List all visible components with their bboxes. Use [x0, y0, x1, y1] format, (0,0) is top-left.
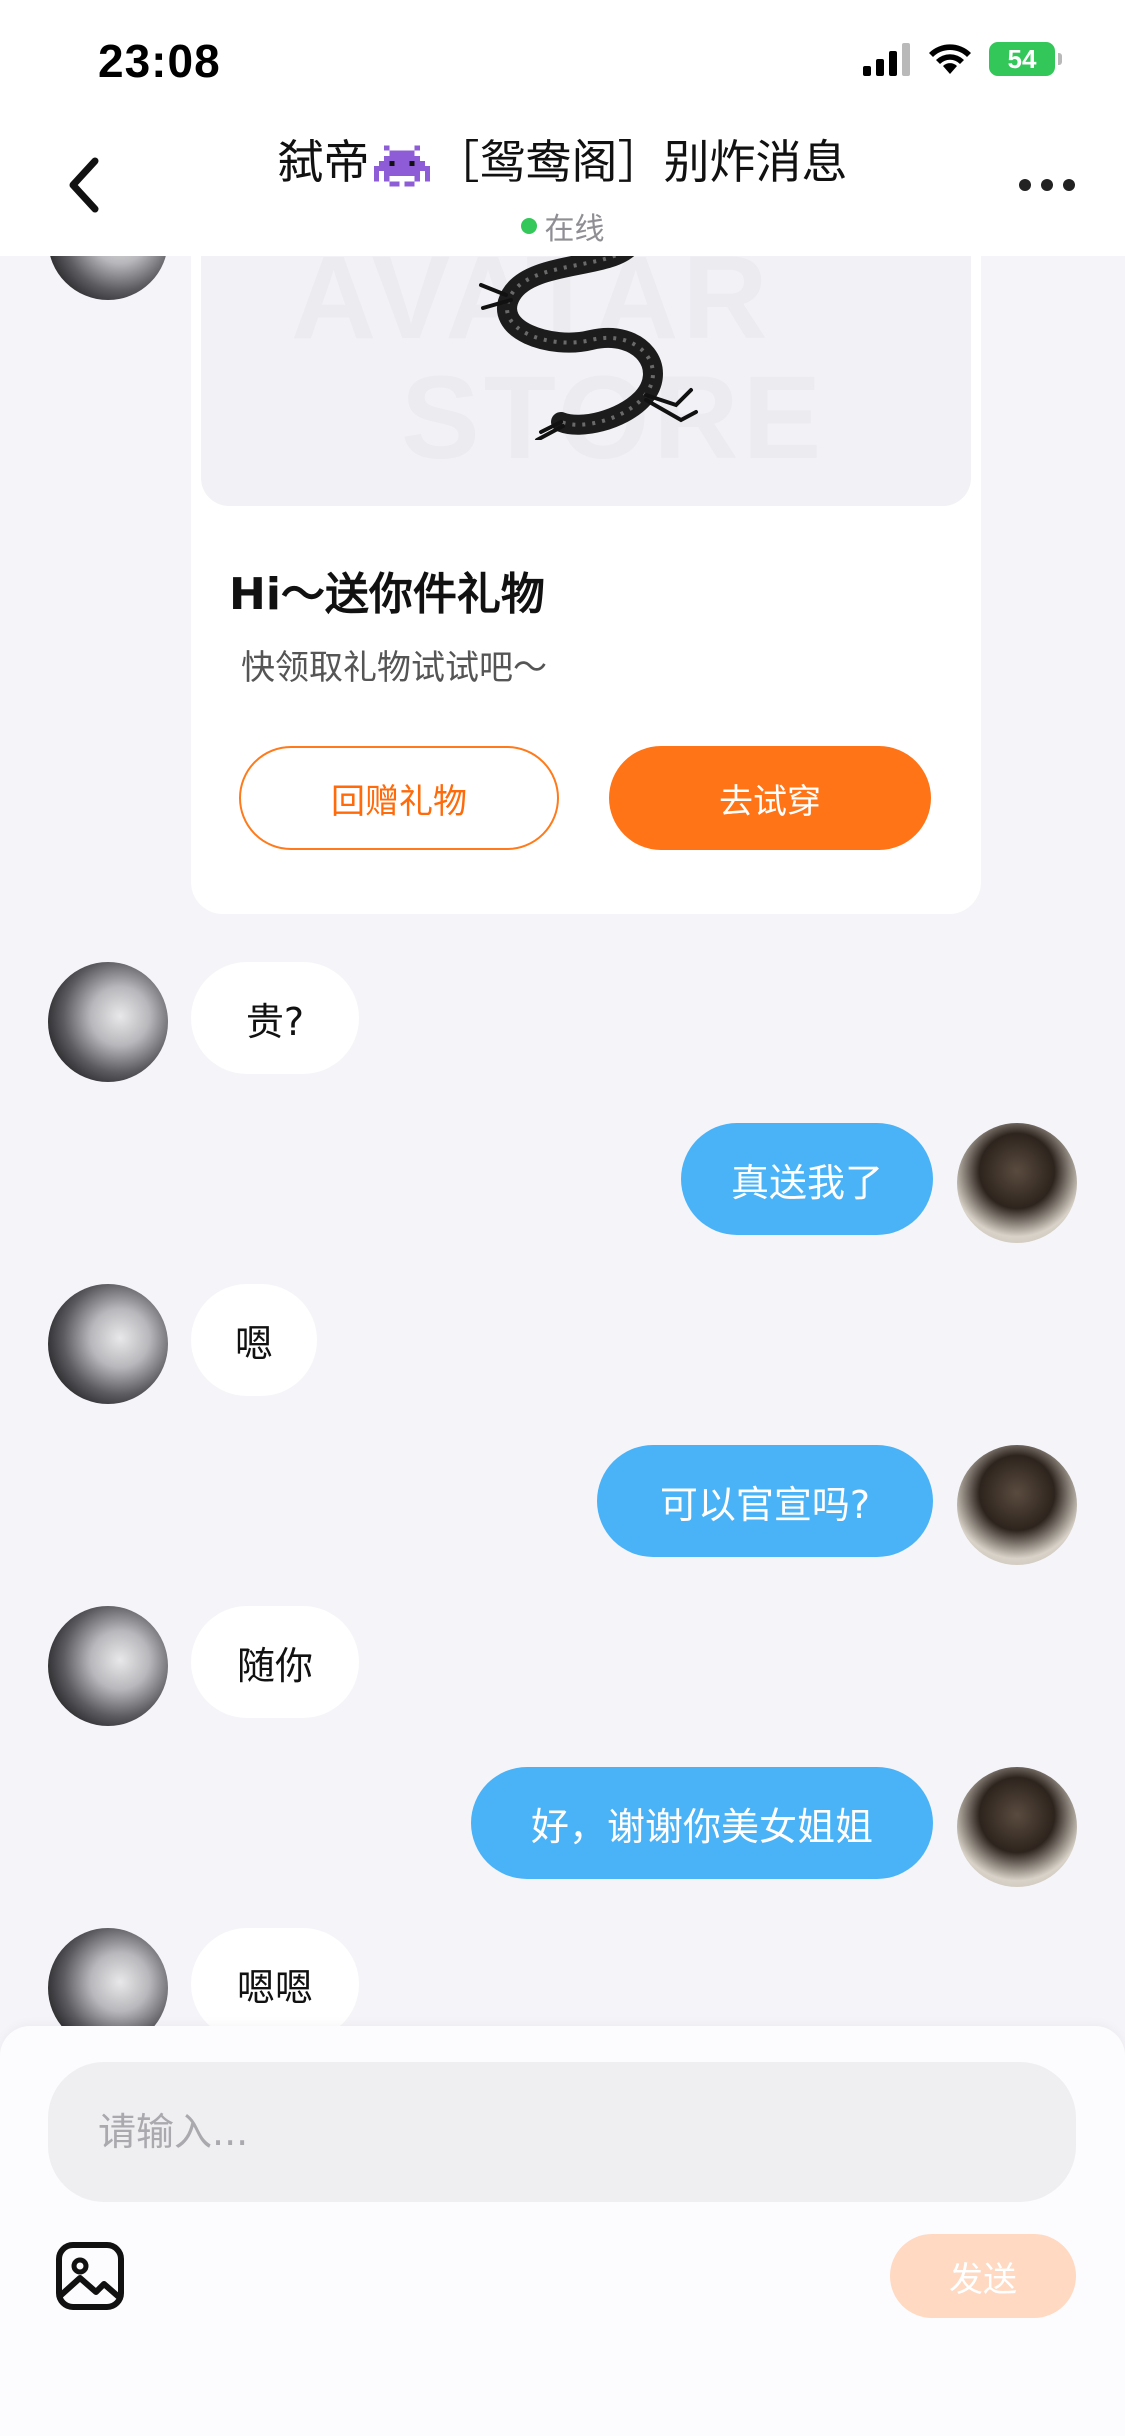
- wifi-icon: [929, 44, 971, 74]
- image-icon: [56, 2242, 124, 2310]
- chat-title-group: ［鸳鸯阁］别炸消息: [433, 135, 848, 189]
- battery-icon: 54: [989, 42, 1062, 76]
- avatar-self[interactable]: [957, 1767, 1077, 1887]
- avatar-self[interactable]: [957, 1123, 1077, 1243]
- status-icons: 54: [861, 42, 1062, 76]
- gift-subtitle: 快领取礼物试试吧～: [241, 648, 547, 688]
- gift-card[interactable]: AVATAR STORE Hi～送你件礼物 快领取礼物试试吧～ 回赠礼物 去试穿: [191, 200, 981, 914]
- battery-level: 54: [1007, 43, 1037, 74]
- more-options-button[interactable]: [1007, 160, 1087, 210]
- message-outgoing[interactable]: 好，谢谢你美女姐姐: [471, 1767, 933, 1879]
- chat-title: 弑帝 ［鸳鸯阁］别炸消息: [0, 126, 1125, 192]
- avatar-self[interactable]: [957, 1445, 1077, 1565]
- online-status: 在线: [0, 204, 1125, 248]
- avatar-other[interactable]: [48, 1606, 168, 1726]
- avatar-other[interactable]: [48, 962, 168, 1082]
- message-composer: 发送: [0, 2026, 1125, 2436]
- online-dot: [520, 218, 537, 234]
- return-gift-button[interactable]: 回赠礼物: [239, 746, 559, 850]
- chat-title-name: 弑帝: [277, 135, 370, 189]
- alien-monster-emoji: [373, 145, 430, 186]
- status-time: 23:08: [98, 35, 221, 87]
- signal-icon: [863, 43, 910, 76]
- more-dots-icon: [1041, 179, 1053, 191]
- status-bar: 23:08 54: [0, 0, 1125, 120]
- try-on-button[interactable]: 去试穿: [609, 746, 931, 850]
- message-incoming[interactable]: 嗯嗯: [191, 1928, 359, 2040]
- more-dots-icon: [1019, 179, 1031, 191]
- message-incoming[interactable]: 随你: [191, 1606, 359, 1718]
- image-picker-button[interactable]: [54, 2240, 126, 2312]
- gift-title: Hi～送你件礼物: [229, 569, 545, 620]
- avatar-other[interactable]: [48, 1284, 168, 1404]
- message-input[interactable]: [48, 2062, 1076, 2202]
- chat-header: 弑帝 ［鸳鸯阁］别炸消息 在线: [0, 120, 1125, 256]
- message-incoming[interactable]: 贵?: [191, 962, 359, 1074]
- message-outgoing[interactable]: 真送我了: [681, 1123, 933, 1235]
- more-dots-icon: [1063, 179, 1075, 191]
- message-incoming[interactable]: 嗯: [191, 1284, 317, 1396]
- send-button[interactable]: 发送: [890, 2234, 1076, 2318]
- online-status-text: 在线: [544, 212, 605, 247]
- message-outgoing[interactable]: 可以官宣吗?: [597, 1445, 933, 1557]
